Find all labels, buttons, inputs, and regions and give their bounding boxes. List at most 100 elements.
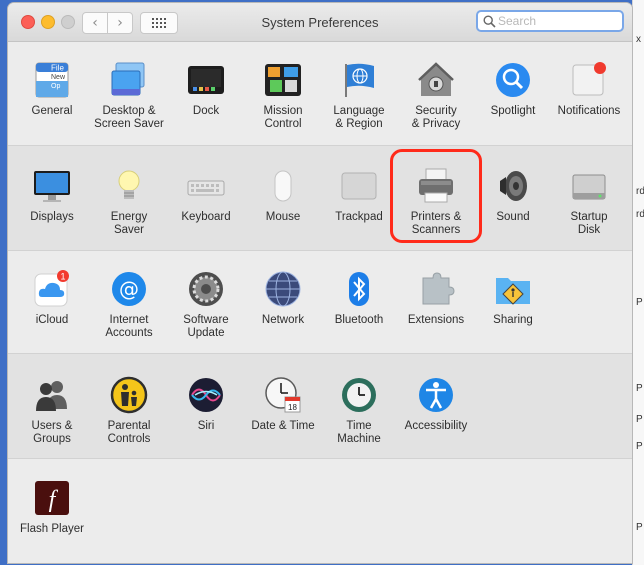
pane-label: Notifications	[557, 105, 621, 117]
svg-text:Op: Op	[51, 83, 60, 90]
pane-label: Sharing	[493, 314, 533, 326]
search-icon	[483, 14, 496, 28]
pane-label: iCloud	[35, 314, 69, 326]
svg-text:File: File	[51, 64, 64, 73]
preferences-row-personal: File New Op General Desktop & Screen Sav…	[8, 42, 632, 145]
pane-label: Trackpad	[335, 211, 383, 223]
pane-sound[interactable]: Sound	[475, 167, 551, 224]
pane-label: Dock	[192, 105, 220, 117]
house-lock-icon	[418, 62, 454, 96]
time-machine-icon	[342, 378, 376, 412]
desktop-icon	[111, 62, 145, 96]
pane-network[interactable]: Network	[245, 270, 321, 327]
parental-icon	[110, 376, 148, 414]
background-text: P	[636, 441, 643, 452]
dock-icon	[188, 66, 224, 94]
background-text: rd	[636, 209, 644, 220]
siri-icon	[189, 378, 223, 412]
preferences-row-internet: 1 iCloud @ Internet Accounts Software Up…	[8, 249, 632, 353]
accessibility-icon	[419, 378, 453, 412]
mouse-icon	[274, 170, 292, 202]
mission-control-icon	[265, 64, 301, 96]
preferences-row-system: Users & Groups Parental Controls Siri 18…	[8, 353, 632, 459]
pane-accessibility[interactable]: Accessibility	[398, 376, 474, 433]
pane-notifications[interactable]: Notifications	[551, 61, 627, 118]
pane-displays[interactable]: Displays	[14, 167, 90, 224]
trackpad-icon	[341, 172, 377, 200]
pane-parental-controls[interactable]: Parental Controls	[91, 376, 167, 446]
pane-label: Parental Controls	[107, 420, 151, 445]
search-field[interactable]	[476, 10, 624, 32]
flash-icon: f	[35, 481, 69, 515]
preferences-row-other: f Flash Player	[8, 457, 632, 563]
hard-disk-icon	[572, 174, 606, 200]
pane-flash-player[interactable]: f Flash Player	[14, 479, 90, 536]
users-icon	[36, 381, 67, 411]
pane-language-region[interactable]: Language & Region	[321, 61, 397, 131]
pane-security-privacy[interactable]: Security & Privacy	[398, 61, 474, 131]
cloud-icon: 1	[34, 270, 69, 307]
magnifier-icon	[496, 63, 530, 97]
pane-label: Extensions	[407, 314, 465, 326]
title-bar: ‹ › System Preferences	[8, 3, 632, 42]
pane-spotlight[interactable]: Spotlight	[475, 61, 551, 118]
pane-label: Network	[261, 314, 305, 326]
pane-label: Accessibility	[404, 420, 468, 432]
svg-text:New: New	[51, 74, 66, 81]
bluetooth-icon	[349, 272, 369, 306]
pane-mission-control[interactable]: Mission Control	[245, 61, 321, 131]
background-text: P	[636, 383, 643, 394]
background-text: x	[636, 34, 641, 45]
at-sign-icon: @	[112, 272, 146, 306]
display-icon	[34, 171, 70, 202]
pane-bluetooth[interactable]: Bluetooth	[321, 270, 397, 327]
pane-mouse[interactable]: Mouse	[245, 167, 321, 224]
pane-label: Time Machine	[337, 420, 381, 445]
pane-general[interactable]: File New Op General	[14, 61, 90, 118]
pane-sharing[interactable]: Sharing	[475, 270, 551, 327]
pane-desktop-screen-saver[interactable]: Desktop & Screen Saver	[91, 61, 167, 131]
pane-software-update[interactable]: Software Update	[168, 270, 244, 340]
pane-internet-accounts[interactable]: @ Internet Accounts	[91, 270, 167, 340]
pane-keyboard[interactable]: Keyboard	[168, 167, 244, 224]
background-text: P	[636, 522, 643, 533]
puzzle-icon	[422, 272, 455, 305]
search-input[interactable]	[496, 14, 616, 28]
system-preferences-window: ‹ › System Preferences File	[8, 3, 632, 563]
pane-label: Keyboard	[181, 211, 231, 223]
pane-label: Users & Groups	[31, 420, 73, 445]
general-icon: File New Op	[35, 62, 69, 98]
pane-label: Energy Saver	[110, 211, 148, 236]
pane-date-time[interactable]: 18 Date & Time	[245, 376, 321, 433]
pane-dock[interactable]: Dock	[168, 61, 244, 118]
background-text: P	[636, 414, 643, 425]
pane-label: Sound	[496, 211, 530, 223]
background-window-edge	[632, 0, 644, 565]
speaker-icon	[500, 171, 527, 201]
pane-extensions[interactable]: Extensions	[398, 270, 474, 327]
pane-label: Displays	[30, 211, 74, 223]
pane-label: Siri	[197, 420, 215, 432]
pane-label: Flash Player	[20, 523, 84, 535]
keyboard-icon	[187, 180, 225, 196]
pane-label: Spotlight	[490, 105, 536, 117]
svg-text:@: @	[119, 277, 139, 301]
pane-label: Software Update	[183, 314, 229, 339]
pane-time-machine[interactable]: Time Machine	[321, 376, 397, 446]
pane-label: Security & Privacy	[411, 105, 461, 130]
svg-text:1: 1	[60, 272, 65, 282]
notifications-icon	[572, 62, 606, 96]
pane-label: Bluetooth	[334, 314, 384, 326]
printers-highlight-annotation	[390, 149, 482, 243]
pane-users-groups[interactable]: Users & Groups	[14, 376, 90, 446]
pane-label: Mission Control	[263, 105, 303, 130]
pane-trackpad[interactable]: Trackpad	[321, 167, 397, 224]
preferences-row-hardware: Displays Energy Saver Keyboard Mouse Tra…	[8, 145, 632, 251]
background-text: P	[636, 297, 643, 308]
svg-text:18: 18	[288, 403, 297, 412]
pane-siri[interactable]: Siri	[168, 376, 244, 433]
pane-energy-saver[interactable]: Energy Saver	[91, 167, 167, 237]
pane-startup-disk[interactable]: Startup Disk	[551, 167, 627, 237]
background-text: rd	[636, 186, 644, 197]
pane-icloud[interactable]: 1 iCloud	[14, 270, 90, 327]
